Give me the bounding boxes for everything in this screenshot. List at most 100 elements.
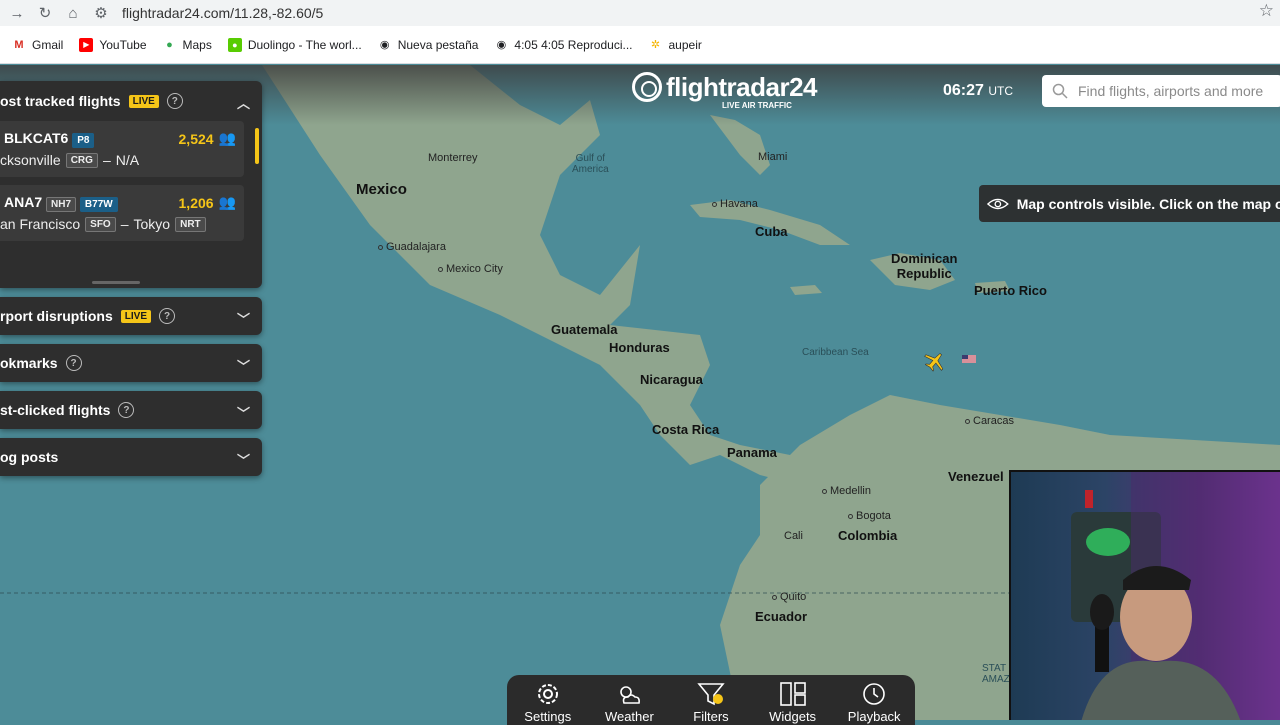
chevron-down-icon[interactable]: ﹀ xyxy=(237,356,250,375)
reload-icon[interactable]: ↻ xyxy=(34,2,56,24)
home-icon[interactable]: ⌂ xyxy=(62,2,84,24)
most-clicked-panel[interactable]: st-clicked flights ? ﹀ xyxy=(0,391,262,429)
label-costa-rica: Costa Rica xyxy=(652,422,720,437)
help-icon[interactable]: ? xyxy=(159,308,176,324)
people-icon: 👥 xyxy=(218,130,236,146)
label-nicaragua: Nicaragua xyxy=(640,372,703,387)
label-puerto-rico: Puerto Rico xyxy=(974,283,1047,298)
help-icon[interactable]: ? xyxy=(65,355,82,371)
label-quito: Quito xyxy=(772,591,806,603)
url-text[interactable]: flightradar24.com/11.28,-82.60/5 xyxy=(122,5,323,21)
search-box[interactable] xyxy=(1042,75,1280,107)
address-bar: → ↻ ⌂ ⚙ flightradar24.com/11.28,-82.60/5… xyxy=(0,0,1280,26)
blog-posts-panel[interactable]: og posts ﹀ xyxy=(0,438,262,476)
radar-icon xyxy=(632,72,662,102)
filter-icon xyxy=(697,683,725,706)
forward-icon[interactable]: → xyxy=(6,2,28,24)
flight-row[interactable]: BLKCAT6 P8 2,524 👥 cksonville CRG – N/A xyxy=(0,121,244,177)
label-dominican-republic: Dominican Republic xyxy=(891,251,958,281)
map-controls-banner[interactable]: Map controls visible. Click on the map o… xyxy=(979,185,1280,222)
weather-icon xyxy=(620,686,641,704)
search-input[interactable] xyxy=(1078,83,1278,99)
weather-button[interactable]: Weather xyxy=(594,681,664,725)
most-tracked-header[interactable]: ost tracked flights LIVE ? ︿ xyxy=(0,81,262,121)
search-icon xyxy=(1052,83,1068,99)
plane-marker[interactable] xyxy=(922,350,978,377)
flight-route: an Francisco SFO – Tokyo NRT xyxy=(0,216,206,232)
bookmark-playback[interactable]: ◉ 4:05 4:05 Reproduci... xyxy=(494,38,633,52)
maps-icon: ● xyxy=(166,38,173,51)
bookmarks-bar: M Gmail ▶ YouTube ● Maps ● Duolingo - The wo… xyxy=(0,26,1280,64)
label-brazil-partial: STAT AMAZ xyxy=(982,663,1010,685)
bookmark-gmail[interactable]: M Gmail xyxy=(12,38,63,52)
app-icon: ✲ xyxy=(650,39,661,51)
label-venezuela: Venezuel xyxy=(948,469,1004,484)
youtube-icon: ▶ xyxy=(79,37,94,52)
label-mexico: Mexico xyxy=(356,181,407,198)
live-badge: LIVE xyxy=(120,309,152,323)
site-settings-icon[interactable]: ⚙ xyxy=(90,2,112,24)
label-cuba: Cuba xyxy=(755,224,788,239)
flight-route: cksonville CRG – N/A xyxy=(0,152,140,168)
aircraft-type-tag: B77W xyxy=(79,197,118,212)
playback-icon xyxy=(863,683,885,705)
gear-icon xyxy=(537,684,558,704)
playback-button[interactable]: Playback xyxy=(839,681,909,725)
aircraft-type-tag: P8 xyxy=(72,133,95,148)
webcam-overlay xyxy=(1009,470,1280,720)
label-monterrey: Monterrey xyxy=(428,152,478,164)
utc-clock: 06:27 UTC xyxy=(943,82,1014,99)
label-miami: Miami xyxy=(758,151,788,163)
bookmark-star-icon[interactable]: ☆ xyxy=(1259,1,1274,21)
chevron-up-icon[interactable]: ︿ xyxy=(237,93,250,112)
label-panama: Panama xyxy=(727,445,777,460)
eye-icon xyxy=(987,198,1009,209)
label-gulf: Gulf of America xyxy=(572,153,609,175)
flight-row[interactable]: ANA7 NH7 B77W 1,206 👥 an Francisco SFO – Tok… xyxy=(0,185,244,241)
globe-icon: ◉ xyxy=(496,39,507,51)
label-honduras: Honduras xyxy=(609,340,670,355)
help-icon[interactable]: ? xyxy=(118,402,135,418)
tracker-count: 1,206 👥 xyxy=(178,194,236,211)
help-icon[interactable]: ? xyxy=(166,93,183,109)
label-guadalajara: Guadalajara xyxy=(378,241,446,253)
label-guatemala: Guatemala xyxy=(551,322,618,337)
flight-callsign: BLKCAT6 P8 xyxy=(4,130,95,148)
most-tracked-title: ost tracked flights xyxy=(0,93,121,109)
label-caracas: Caracas xyxy=(965,415,1014,427)
chevron-down-icon[interactable]: ﹀ xyxy=(237,403,250,422)
label-mexico-city: Mexico City xyxy=(438,263,503,275)
bookmark-duolingo[interactable]: ● Duolingo - The worl... xyxy=(227,37,362,52)
filters-button[interactable]: Filters xyxy=(676,681,746,725)
airline-tag: NH7 xyxy=(46,197,77,212)
label-medellin: Medellin xyxy=(822,485,871,497)
label-bogota: Bogota xyxy=(848,510,891,522)
bookmark-aupeir[interactable]: ✲ aupeir xyxy=(649,38,702,52)
most-tracked-panel: ost tracked flights LIVE ? ︿ BLKCAT6 P8 … xyxy=(0,81,262,288)
gmail-icon: M xyxy=(14,38,24,51)
bottom-toolbar: Settings Weather Filters Widgets Playbac… xyxy=(507,675,915,725)
logo-subtitle: LIVE AIR TRAFFIC xyxy=(722,101,792,110)
panel-scrollbar[interactable] xyxy=(255,128,259,164)
airport-disruptions-panel[interactable]: rport disruptions LIVE ? ﹀ xyxy=(0,297,262,335)
bookmark-youtube[interactable]: ▶ YouTube xyxy=(79,37,147,52)
globe-icon: ◉ xyxy=(379,39,390,51)
bookmark-maps[interactable]: ● Maps xyxy=(163,38,212,52)
label-colombia: Colombia xyxy=(838,528,898,543)
bookmark-new-tab[interactable]: ◉ Nueva pestaña xyxy=(378,38,479,52)
chevron-down-icon[interactable]: ﹀ xyxy=(237,309,250,328)
settings-button[interactable]: Settings xyxy=(513,681,583,725)
widgets-icon xyxy=(779,682,806,706)
chevron-down-icon[interactable]: ﹀ xyxy=(237,450,250,469)
label-havana: Havana xyxy=(712,198,758,210)
label-ecuador: Ecuador xyxy=(755,609,808,624)
tracker-count: 2,524 👥 xyxy=(178,130,236,147)
bookmarks-panel[interactable]: okmarks ? ﹀ xyxy=(0,344,262,382)
flight-callsign: ANA7 NH7 B77W xyxy=(4,194,118,212)
label-cali: Cali xyxy=(784,530,803,542)
widgets-button[interactable]: Widgets xyxy=(758,681,828,725)
live-badge: LIVE xyxy=(128,94,159,108)
fr24-logo[interactable]: flightradar24 xyxy=(632,72,818,102)
label-caribbean-sea: Caribbean Sea xyxy=(802,347,869,358)
resize-handle[interactable] xyxy=(92,281,140,284)
